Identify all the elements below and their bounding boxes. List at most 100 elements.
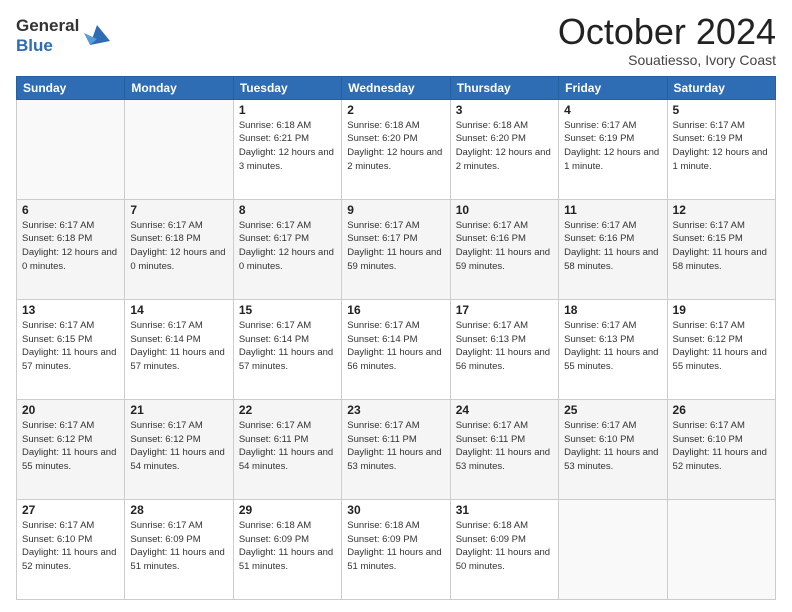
logo-text: General Blue [16,16,79,55]
table-row: 20 Sunrise: 6:17 AMSunset: 6:12 PMDaylig… [17,399,125,499]
day-info: Sunrise: 6:17 AMSunset: 6:19 PMDaylight:… [564,119,661,174]
table-row: 4 Sunrise: 6:17 AMSunset: 6:19 PMDayligh… [559,99,667,199]
day-number: 30 [347,503,444,517]
day-number: 2 [347,103,444,117]
table-row: 21 Sunrise: 6:17 AMSunset: 6:12 PMDaylig… [125,399,233,499]
calendar-week-row: 13 Sunrise: 6:17 AMSunset: 6:15 PMDaylig… [17,299,776,399]
day-info: Sunrise: 6:17 AMSunset: 6:19 PMDaylight:… [673,119,770,174]
day-number: 27 [22,503,119,517]
calendar-week-row: 1 Sunrise: 6:18 AMSunset: 6:21 PMDayligh… [17,99,776,199]
day-info: Sunrise: 6:18 AMSunset: 6:09 PMDaylight:… [347,519,444,574]
table-row: 2 Sunrise: 6:18 AMSunset: 6:20 PMDayligh… [342,99,450,199]
day-info: Sunrise: 6:18 AMSunset: 6:09 PMDaylight:… [456,519,553,574]
day-number: 7 [130,203,227,217]
day-number: 24 [456,403,553,417]
day-info: Sunrise: 6:18 AMSunset: 6:21 PMDaylight:… [239,119,336,174]
day-info: Sunrise: 6:17 AMSunset: 6:11 PMDaylight:… [456,419,553,474]
day-info: Sunrise: 6:17 AMSunset: 6:17 PMDaylight:… [239,219,336,274]
day-number: 18 [564,303,661,317]
calendar-table: Sunday Monday Tuesday Wednesday Thursday… [16,76,776,600]
day-info: Sunrise: 6:17 AMSunset: 6:10 PMDaylight:… [673,419,770,474]
day-info: Sunrise: 6:17 AMSunset: 6:15 PMDaylight:… [673,219,770,274]
day-number: 22 [239,403,336,417]
day-number: 12 [673,203,770,217]
day-info: Sunrise: 6:17 AMSunset: 6:18 PMDaylight:… [130,219,227,274]
table-row: 12 Sunrise: 6:17 AMSunset: 6:15 PMDaylig… [667,199,775,299]
day-number: 16 [347,303,444,317]
day-number: 23 [347,403,444,417]
logo-icon [82,21,112,51]
table-row [17,99,125,199]
day-number: 3 [456,103,553,117]
day-number: 11 [564,203,661,217]
table-row: 29 Sunrise: 6:18 AMSunset: 6:09 PMDaylig… [233,499,341,599]
day-info: Sunrise: 6:17 AMSunset: 6:12 PMDaylight:… [130,419,227,474]
day-info: Sunrise: 6:17 AMSunset: 6:11 PMDaylight:… [239,419,336,474]
day-number: 29 [239,503,336,517]
table-row: 22 Sunrise: 6:17 AMSunset: 6:11 PMDaylig… [233,399,341,499]
day-number: 10 [456,203,553,217]
table-row: 30 Sunrise: 6:18 AMSunset: 6:09 PMDaylig… [342,499,450,599]
table-row: 25 Sunrise: 6:17 AMSunset: 6:10 PMDaylig… [559,399,667,499]
day-info: Sunrise: 6:17 AMSunset: 6:16 PMDaylight:… [456,219,553,274]
day-info: Sunrise: 6:17 AMSunset: 6:11 PMDaylight:… [347,419,444,474]
day-info: Sunrise: 6:17 AMSunset: 6:12 PMDaylight:… [22,419,119,474]
day-number: 20 [22,403,119,417]
day-number: 4 [564,103,661,117]
header-tuesday: Tuesday [233,76,341,99]
day-number: 8 [239,203,336,217]
day-info: Sunrise: 6:17 AMSunset: 6:14 PMDaylight:… [130,319,227,374]
day-info: Sunrise: 6:17 AMSunset: 6:10 PMDaylight:… [564,419,661,474]
header: General Blue October 2024 Souatiesso, Iv… [16,12,776,68]
day-info: Sunrise: 6:17 AMSunset: 6:15 PMDaylight:… [22,319,119,374]
table-row: 27 Sunrise: 6:17 AMSunset: 6:10 PMDaylig… [17,499,125,599]
table-row [559,499,667,599]
logo: General Blue [16,16,112,55]
location: Souatiesso, Ivory Coast [558,52,776,68]
table-row: 31 Sunrise: 6:18 AMSunset: 6:09 PMDaylig… [450,499,558,599]
table-row: 28 Sunrise: 6:17 AMSunset: 6:09 PMDaylig… [125,499,233,599]
day-info: Sunrise: 6:18 AMSunset: 6:20 PMDaylight:… [347,119,444,174]
day-number: 1 [239,103,336,117]
day-info: Sunrise: 6:17 AMSunset: 6:18 PMDaylight:… [22,219,119,274]
day-number: 17 [456,303,553,317]
day-number: 6 [22,203,119,217]
day-info: Sunrise: 6:18 AMSunset: 6:09 PMDaylight:… [239,519,336,574]
table-row: 18 Sunrise: 6:17 AMSunset: 6:13 PMDaylig… [559,299,667,399]
day-info: Sunrise: 6:17 AMSunset: 6:14 PMDaylight:… [347,319,444,374]
table-row: 1 Sunrise: 6:18 AMSunset: 6:21 PMDayligh… [233,99,341,199]
table-row: 5 Sunrise: 6:17 AMSunset: 6:19 PMDayligh… [667,99,775,199]
table-row: 23 Sunrise: 6:17 AMSunset: 6:11 PMDaylig… [342,399,450,499]
day-info: Sunrise: 6:17 AMSunset: 6:10 PMDaylight:… [22,519,119,574]
table-row: 11 Sunrise: 6:17 AMSunset: 6:16 PMDaylig… [559,199,667,299]
day-number: 21 [130,403,227,417]
header-thursday: Thursday [450,76,558,99]
table-row: 24 Sunrise: 6:17 AMSunset: 6:11 PMDaylig… [450,399,558,499]
day-number: 9 [347,203,444,217]
header-wednesday: Wednesday [342,76,450,99]
header-saturday: Saturday [667,76,775,99]
day-info: Sunrise: 6:17 AMSunset: 6:16 PMDaylight:… [564,219,661,274]
title-block: October 2024 Souatiesso, Ivory Coast [558,12,776,68]
table-row: 7 Sunrise: 6:17 AMSunset: 6:18 PMDayligh… [125,199,233,299]
day-number: 13 [22,303,119,317]
day-number: 25 [564,403,661,417]
header-friday: Friday [559,76,667,99]
table-row: 26 Sunrise: 6:17 AMSunset: 6:10 PMDaylig… [667,399,775,499]
table-row: 6 Sunrise: 6:17 AMSunset: 6:18 PMDayligh… [17,199,125,299]
day-number: 26 [673,403,770,417]
header-sunday: Sunday [17,76,125,99]
calendar-week-row: 6 Sunrise: 6:17 AMSunset: 6:18 PMDayligh… [17,199,776,299]
day-number: 15 [239,303,336,317]
table-row: 14 Sunrise: 6:17 AMSunset: 6:14 PMDaylig… [125,299,233,399]
day-number: 19 [673,303,770,317]
day-info: Sunrise: 6:17 AMSunset: 6:17 PMDaylight:… [347,219,444,274]
day-info: Sunrise: 6:17 AMSunset: 6:14 PMDaylight:… [239,319,336,374]
calendar-week-row: 27 Sunrise: 6:17 AMSunset: 6:10 PMDaylig… [17,499,776,599]
table-row [125,99,233,199]
day-info: Sunrise: 6:18 AMSunset: 6:20 PMDaylight:… [456,119,553,174]
header-monday: Monday [125,76,233,99]
table-row: 3 Sunrise: 6:18 AMSunset: 6:20 PMDayligh… [450,99,558,199]
day-info: Sunrise: 6:17 AMSunset: 6:12 PMDaylight:… [673,319,770,374]
day-number: 5 [673,103,770,117]
